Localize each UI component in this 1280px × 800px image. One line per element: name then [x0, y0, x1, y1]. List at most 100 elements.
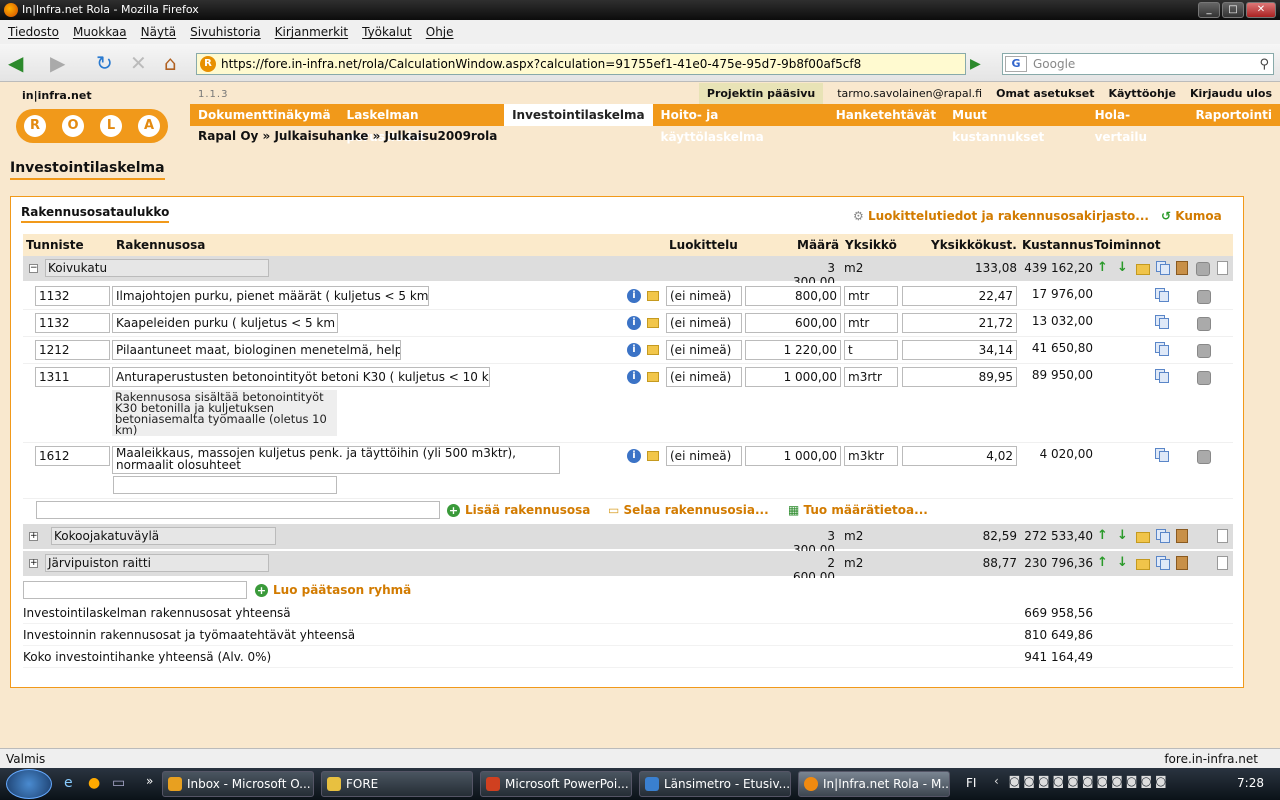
delete-icon[interactable]	[1197, 344, 1211, 358]
move-down-icon[interactable]: ↓	[1117, 528, 1128, 543]
breadcrumb[interactable]: Rapal Oy » Julkaisuhanke » Julkaisu2009r…	[198, 129, 497, 143]
go-icon[interactable]: ▶	[970, 54, 990, 74]
group-name-field[interactable]: Kokoojakatuväylä	[51, 527, 276, 545]
tab-reporting[interactable]: Raportointi	[1187, 104, 1280, 126]
task-powerpoint[interactable]: Microsoft PowerPoi...	[480, 771, 632, 797]
unit-field[interactable]: m3ktr	[844, 446, 898, 466]
quantity-field[interactable]: 800,00	[745, 286, 841, 306]
move-down-icon[interactable]: ↓	[1117, 260, 1128, 275]
add-part-link[interactable]: + Lisää rakennusosa	[447, 503, 590, 517]
delete-icon[interactable]	[1197, 450, 1211, 464]
classification-field[interactable]: (ei nimeä)	[666, 313, 742, 333]
ie-icon[interactable]: e	[64, 775, 73, 791]
description-field[interactable]: Rakennusosa sisältää betonointityöt K30 …	[112, 390, 337, 436]
paste-icon[interactable]	[1176, 556, 1188, 570]
id-field[interactable]: 1132	[35, 286, 110, 306]
close-button[interactable]: ✕	[1246, 2, 1276, 18]
help-link[interactable]: Käyttöohje	[1109, 87, 1176, 100]
part-name-field[interactable]: Pilaantuneet maat, biologinen menetelmä,…	[112, 340, 401, 360]
tab-maintenance[interactable]: Hoito- ja käyttölaskelma	[653, 104, 828, 144]
minimize-button[interactable]: _	[1198, 2, 1220, 18]
menu-view[interactable]: Näytä	[141, 25, 177, 39]
copy-icon[interactable]	[1156, 556, 1170, 570]
move-up-icon[interactable]: ↑	[1097, 555, 1108, 570]
unit-field[interactable]: m3rtr	[844, 367, 898, 387]
copy-icon[interactable]	[1156, 261, 1170, 275]
id-field[interactable]: 1311	[35, 367, 110, 387]
tab-other-costs[interactable]: Muut kustannukset	[944, 104, 1086, 144]
clock[interactable]: 7:28	[1237, 776, 1264, 790]
tab-documents[interactable]: Dokumenttinäkymä	[190, 104, 339, 126]
move-up-icon[interactable]: ↑	[1097, 528, 1108, 543]
more-icon[interactable]: »	[146, 774, 153, 788]
unit-cost-field[interactable]: 89,95	[902, 367, 1017, 387]
group-name-field[interactable]: Koivukatu	[45, 259, 269, 277]
move-down-icon[interactable]: ↓	[1117, 555, 1128, 570]
maximize-button[interactable]: □	[1222, 2, 1244, 18]
unit-cost-field[interactable]: 22,47	[902, 286, 1017, 306]
task-inbox[interactable]: Inbox - Microsoft O...	[162, 771, 314, 797]
copy-icon[interactable]	[1155, 342, 1169, 356]
classification-link[interactable]: ⚙ Luokittelutiedot ja rakennusosakirjast…	[853, 209, 1149, 223]
new-group-input[interactable]	[23, 581, 247, 599]
start-button[interactable]	[6, 769, 52, 799]
home-icon[interactable]: ⌂	[164, 52, 177, 74]
google-icon[interactable]: G	[1005, 56, 1027, 72]
project-home-link[interactable]: Projektin pääsivu	[698, 82, 824, 104]
unit-cost-field[interactable]: 21,72	[902, 313, 1017, 333]
part-name-field[interactable]: Maaleikkaus, massojen kuljetus penk. ja …	[112, 446, 560, 474]
quantity-field[interactable]: 1 000,00	[745, 367, 841, 387]
menu-bookmarks[interactable]: Kirjanmerkit	[275, 25, 348, 39]
quantity-field[interactable]: 1 220,00	[745, 340, 841, 360]
search-box[interactable]: G Google ⚲	[1002, 53, 1274, 75]
forward-icon[interactable]: ▶	[50, 52, 65, 74]
document-icon[interactable]	[1217, 261, 1228, 275]
tab-hola-comparison[interactable]: Hola-vertailu	[1087, 104, 1188, 144]
unit-field[interactable]: t	[844, 340, 898, 360]
info-icon[interactable]: i	[627, 289, 641, 303]
menu-edit[interactable]: Muokkaa	[73, 25, 127, 39]
envelope-icon[interactable]	[647, 345, 659, 355]
expand-icon[interactable]: +	[29, 559, 38, 568]
tab-project-tasks[interactable]: Hanketehtävät	[828, 104, 944, 126]
new-part-input[interactable]	[36, 501, 440, 519]
envelope-icon[interactable]	[647, 318, 659, 328]
copy-icon[interactable]	[1155, 369, 1169, 383]
part-name-field[interactable]: Kaapeleiden purku ( kuljetus < 5 km )	[112, 313, 338, 333]
stop-icon[interactable]: ✕	[130, 52, 147, 74]
quantity-field[interactable]: 600,00	[745, 313, 841, 333]
info-icon[interactable]: i	[627, 449, 641, 463]
settings-link[interactable]: Omat asetukset	[996, 87, 1094, 100]
delete-icon[interactable]	[1197, 371, 1211, 385]
url-bar[interactable]: Rhttps://fore.in-infra.net/rola/Calculat…	[196, 53, 966, 75]
info-icon[interactable]: i	[627, 370, 641, 384]
menu-file[interactable]: Tiedosto	[8, 25, 59, 39]
document-icon[interactable]	[1217, 529, 1228, 543]
back-icon[interactable]: ◀	[8, 52, 23, 74]
add-folder-icon[interactable]	[1136, 264, 1150, 275]
firefox-quick-icon[interactable]: ●	[88, 775, 100, 791]
rola-logo[interactable]: R O L A	[16, 109, 168, 143]
description-field[interactable]	[113, 476, 337, 494]
move-up-icon[interactable]: ↑	[1097, 260, 1108, 275]
task-rola[interactable]: In|Infra.net Rola - M...	[798, 771, 950, 797]
unit-field[interactable]: mtr	[844, 286, 898, 306]
tray-icons[interactable]: ‹ ◙◙◙◙◙◙◙◙◙◙◙	[994, 774, 1170, 788]
add-folder-icon[interactable]	[1136, 559, 1150, 570]
reload-icon[interactable]: ↻	[96, 52, 113, 74]
delete-icon[interactable]	[1196, 262, 1210, 276]
paste-icon[interactable]	[1176, 529, 1188, 543]
search-icon[interactable]: ⚲	[1259, 55, 1269, 75]
copy-icon[interactable]	[1155, 288, 1169, 302]
unit-cost-field[interactable]: 4,02	[902, 446, 1017, 466]
id-field[interactable]: 1612	[35, 446, 110, 466]
add-folder-icon[interactable]	[1136, 532, 1150, 543]
envelope-icon[interactable]	[647, 291, 659, 301]
envelope-icon[interactable]	[647, 451, 659, 461]
menu-history[interactable]: Sivuhistoria	[190, 25, 261, 39]
copy-icon[interactable]	[1156, 529, 1170, 543]
import-link[interactable]: ▦ Tuo määrätietoa...	[788, 503, 928, 517]
paste-icon[interactable]	[1176, 261, 1188, 275]
info-icon[interactable]: i	[627, 343, 641, 357]
browse-parts-link[interactable]: ▭ Selaa rakennusosia...	[608, 503, 769, 517]
